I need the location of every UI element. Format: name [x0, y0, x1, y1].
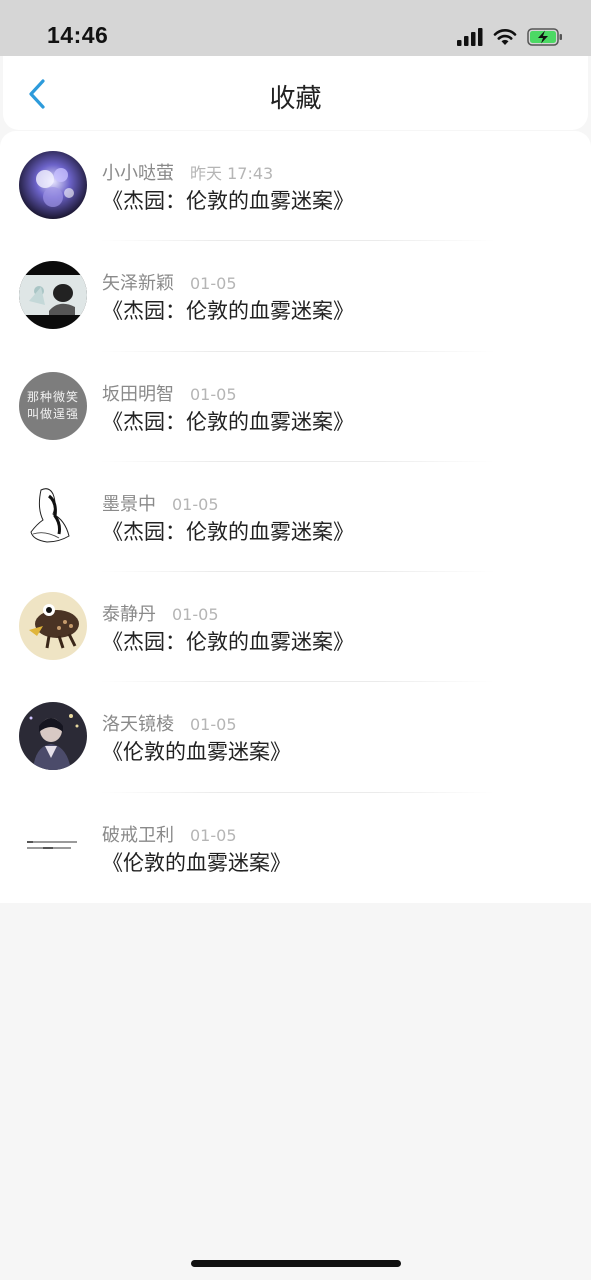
wifi-icon — [493, 29, 517, 45]
home-indicator[interactable] — [191, 1260, 401, 1267]
author-name[interactable]: 泰静丹 — [102, 600, 156, 626]
list-item[interactable]: 那种微笑 叫做逞强 坂田明智 01-05 《杰园：伦敦的血雾迷案》 — [0, 352, 591, 463]
avatar-image — [30, 488, 70, 543]
item-meta: 泰静丹 01-05 — [102, 600, 219, 626]
item-meta: 洛天镜棱 01-05 — [102, 710, 237, 736]
item-title[interactable]: 《杰园：伦敦的血雾迷案》 — [102, 295, 354, 325]
avatar[interactable] — [19, 812, 87, 881]
item-meta: 矢泽新颖 01-05 — [102, 269, 237, 295]
item-meta: 坂田明智 01-05 — [102, 380, 237, 406]
list-item[interactable]: 泰静丹 01-05 《杰园：伦敦的血雾迷案》 — [0, 572, 591, 683]
item-title[interactable]: 《伦敦的血雾迷案》 — [102, 736, 291, 766]
item-title[interactable]: 《杰园：伦敦的血雾迷案》 — [102, 185, 354, 215]
avatar[interactable] — [19, 702, 87, 771]
list-item[interactable]: 小小哒萤 昨天 17:43 《杰园：伦敦的血雾迷案》 — [0, 131, 591, 242]
timestamp: 01-05 — [172, 494, 219, 514]
author-name[interactable]: 墨景中 — [102, 490, 156, 516]
item-meta: 墨景中 01-05 — [102, 490, 219, 516]
page-title: 收藏 — [269, 84, 322, 114]
item-title[interactable]: 《杰园：伦敦的血雾迷案》 — [102, 516, 354, 546]
list-item[interactable]: 墨景中 01-05 《杰园：伦敦的血雾迷案》 — [0, 462, 591, 573]
author-name[interactable]: 坂田明智 — [102, 380, 174, 406]
avatar[interactable] — [19, 261, 87, 330]
author-name[interactable]: 矢泽新颖 — [102, 269, 174, 295]
avatar[interactable]: 那种微笑 叫做逞强 — [19, 371, 87, 440]
timestamp: 01-05 — [190, 384, 237, 404]
favorites-list: 小小哒萤 昨天 17:43 《杰园：伦敦的血雾迷案》 矢泽新颖 01-05 《杰… — [0, 131, 591, 904]
list-item[interactable]: 破戒卫利 01-05 《伦敦的血雾迷案》 — [0, 793, 591, 903]
avatar-image — [19, 151, 87, 219]
timestamp: 01-05 — [172, 605, 219, 625]
author-name[interactable]: 破戒卫利 — [102, 821, 174, 847]
list-item[interactable]: 洛天镜棱 01-05 《伦敦的血雾迷案》 — [0, 682, 591, 794]
timestamp: 01-05 — [190, 274, 237, 294]
nav-bar: 收藏 — [3, 56, 588, 130]
avatar-image — [19, 261, 87, 330]
status-time: 14:46 — [47, 22, 109, 48]
battery-charging-icon — [527, 28, 562, 46]
avatar-image — [27, 840, 77, 849]
signal-icon — [457, 28, 483, 46]
avatar-image — [19, 592, 87, 661]
item-title[interactable]: 《伦敦的血雾迷案》 — [102, 847, 291, 877]
item-meta: 破戒卫利 01-05 — [102, 821, 237, 847]
author-name[interactable]: 小小哒萤 — [102, 159, 174, 185]
timestamp: 01-05 — [190, 825, 237, 845]
avatar[interactable] — [19, 151, 87, 219]
timestamp: 昨天 17:43 — [190, 164, 274, 183]
author-name[interactable]: 洛天镜棱 — [102, 710, 174, 736]
status-bar: 14:46 — [0, 0, 591, 56]
avatar-image — [19, 702, 87, 771]
item-title[interactable]: 《杰园：伦敦的血雾迷案》 — [102, 626, 354, 656]
avatar-caption: 那种微笑 叫做逞强 — [26, 389, 79, 421]
avatar[interactable] — [19, 481, 87, 550]
list-item[interactable]: 矢泽新颖 01-05 《杰园：伦敦的血雾迷案》 — [0, 241, 591, 352]
status-icons — [457, 26, 563, 48]
avatar[interactable] — [19, 592, 87, 661]
item-meta: 小小哒萤 昨天 17:43 — [102, 159, 273, 185]
item-title[interactable]: 《杰园：伦敦的血雾迷案》 — [102, 406, 354, 436]
timestamp: 01-05 — [190, 715, 237, 735]
